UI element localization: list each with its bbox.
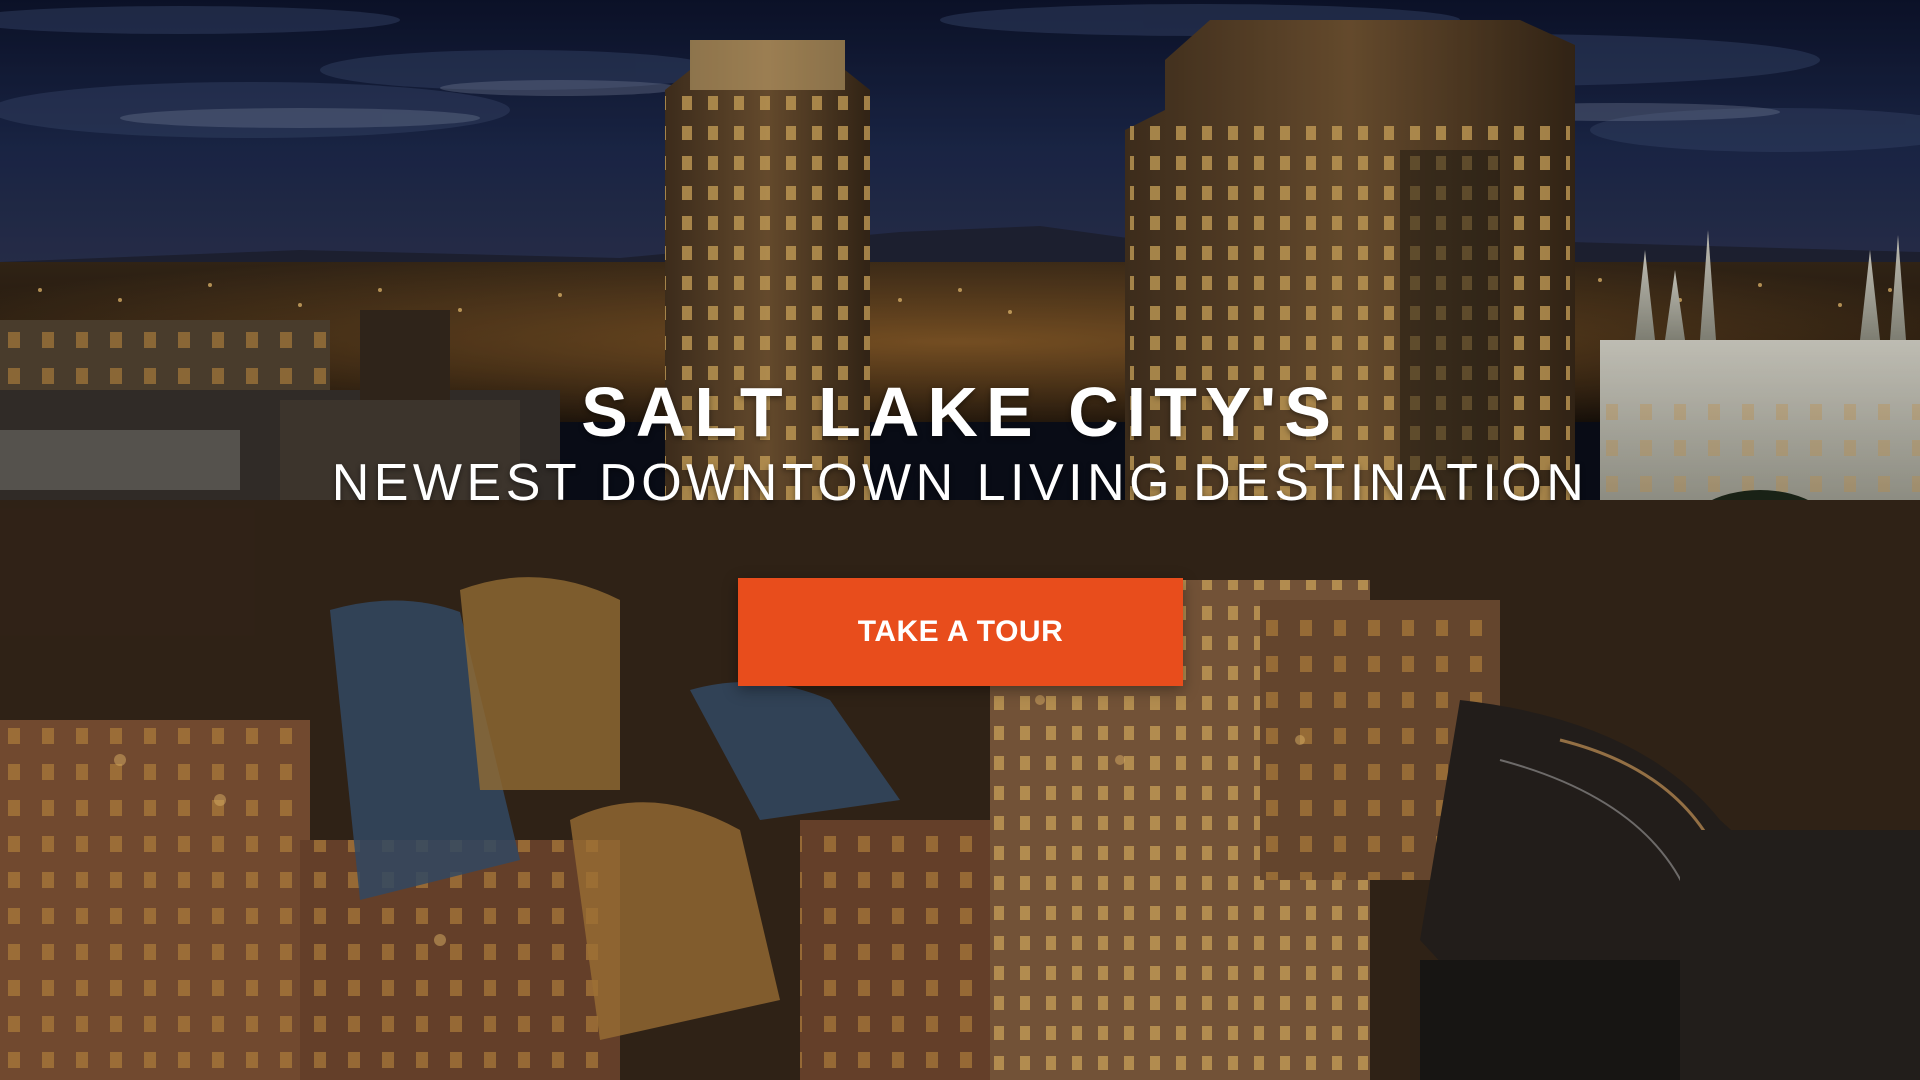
hero-content: SALT LAKE CITY'S NEWEST DOWNTOWN LIVING … bbox=[0, 372, 1920, 514]
hero-title: SALT LAKE CITY'S bbox=[581, 373, 1339, 451]
take-a-tour-button[interactable]: TAKE A TOUR bbox=[738, 578, 1183, 686]
hero-subtitle: NEWEST DOWNTOWN LIVING DESTINATION bbox=[331, 454, 1589, 512]
hero-section: SALT LAKE CITY'S NEWEST DOWNTOWN LIVING … bbox=[0, 0, 1920, 1080]
background-dim-overlay bbox=[0, 0, 1920, 1080]
